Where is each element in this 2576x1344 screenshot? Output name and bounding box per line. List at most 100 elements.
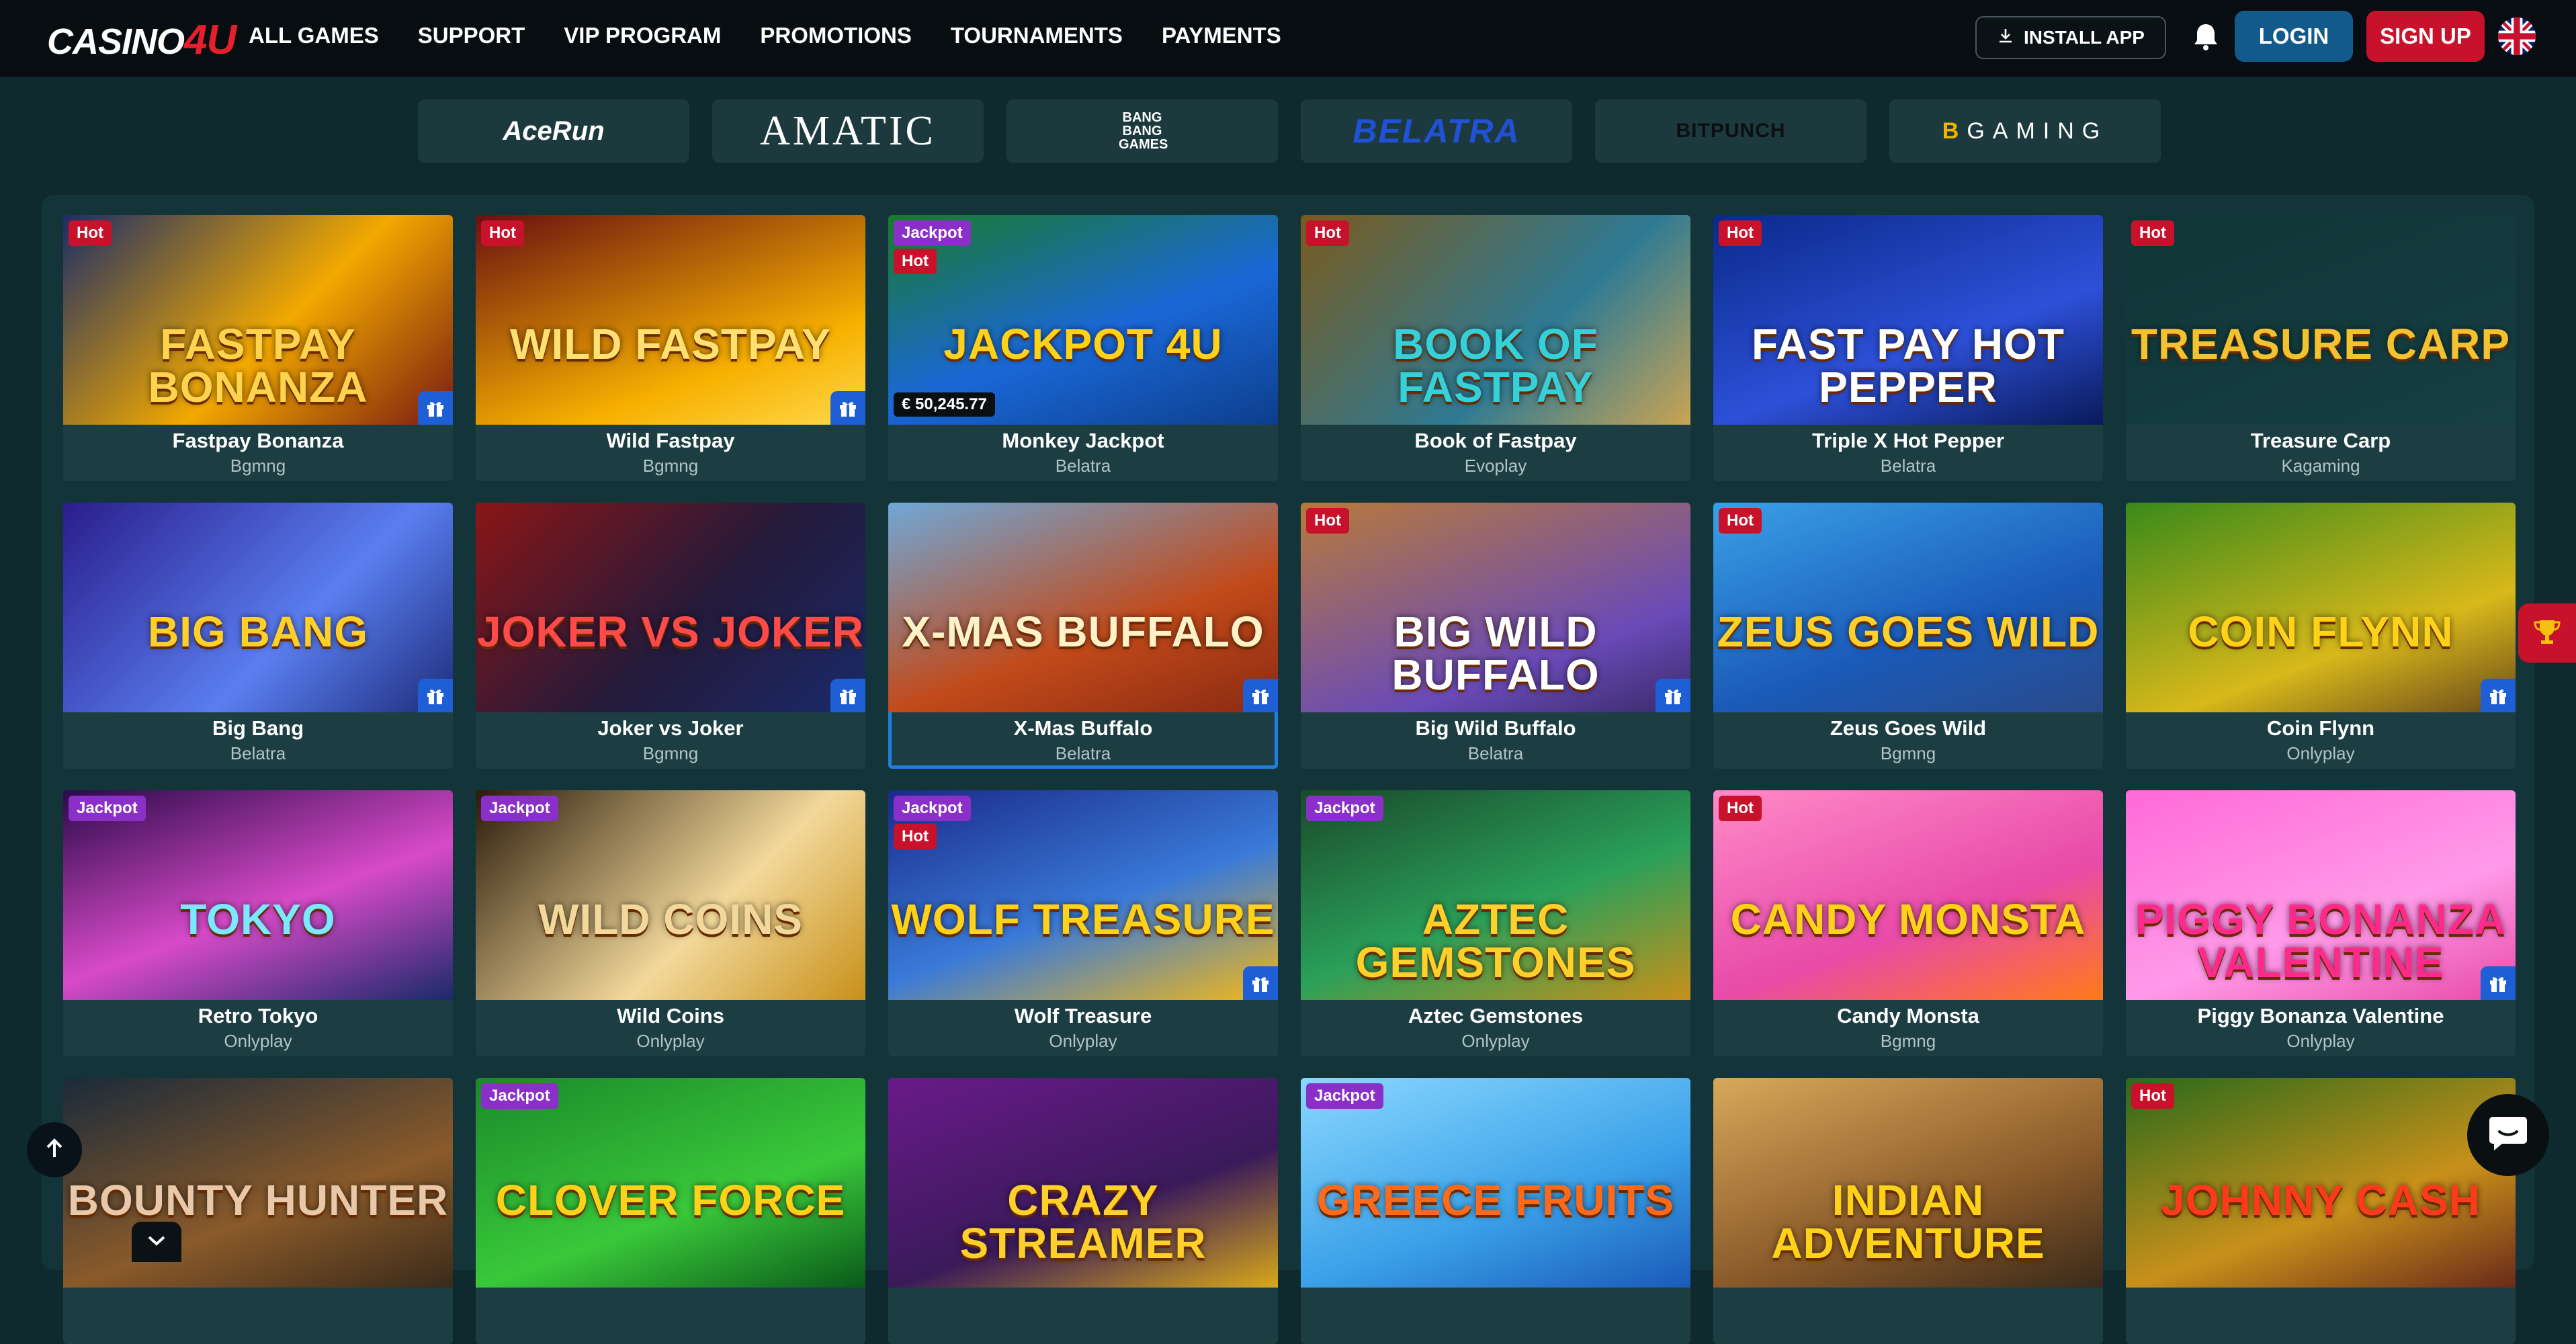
nav-promotions[interactable]: PROMOTIONS xyxy=(760,23,912,48)
game-card[interactable]: X-MAS BUFFALO X-Mas Buffalo Belatra xyxy=(888,503,1278,769)
nav-payments[interactable]: PAYMENTS xyxy=(1162,23,1281,48)
game-title[interactable]: Big Bang xyxy=(63,716,453,741)
game-card[interactable]: TOKYO Jackpot Retro Tokyo Onlyplay xyxy=(63,790,453,1056)
scroll-to-top-button[interactable] xyxy=(27,1122,82,1177)
nav-support[interactable]: SUPPORT xyxy=(418,23,525,48)
game-title[interactable]: Big Wild Buffalo xyxy=(1301,716,1690,741)
game-title[interactable]: Treasure Carp xyxy=(2126,429,2516,453)
game-title[interactable]: X-Mas Buffalo xyxy=(888,716,1278,741)
game-title[interactable]: Wolf Treasure xyxy=(888,1004,1278,1028)
hot-badge: Hot xyxy=(2131,220,2174,246)
game-title[interactable]: Wild Fastpay xyxy=(476,429,865,453)
provider-bang-bang[interactable]: BANG BANG GAMES xyxy=(1006,99,1278,163)
game-card[interactable]: ZEUS GOES WILD Hot Zeus Goes Wild Bgmng xyxy=(1713,503,2103,769)
game-thumbnail[interactable]: CANDY MONSTA Hot xyxy=(1713,790,2103,1000)
game-title[interactable]: Fastpay Bonanza xyxy=(63,429,453,453)
nav-all-games[interactable]: ALL GAMES xyxy=(249,23,379,48)
game-card[interactable]: WILD FASTPAY Hot Wild Fastpay Bgmng xyxy=(476,215,865,481)
notification-bell-icon[interactable] xyxy=(2189,20,2223,54)
gift-icon[interactable] xyxy=(2481,966,2516,1000)
gift-icon[interactable] xyxy=(2481,679,2516,712)
game-title[interactable]: Piggy Bonanza Valentine xyxy=(2126,1004,2516,1028)
game-thumbnail[interactable]: BIG BANG xyxy=(63,503,453,712)
game-art-title: WILD COINS xyxy=(538,895,803,943)
game-card[interactable]: BIG BANG Big Bang Belatra xyxy=(63,503,453,769)
game-title[interactable]: Book of Fastpay xyxy=(1301,429,1690,453)
game-card[interactable]: BOOK OF FASTPAY Hot Book of Fastpay Evoplay xyxy=(1301,215,1690,481)
game-thumbnail[interactable]: TREASURE CARP Hot xyxy=(2126,215,2516,425)
game-thumbnail[interactable]: CLOVER FORCE Jackpot xyxy=(476,1078,865,1288)
game-title[interactable]: Zeus Goes Wild xyxy=(1713,716,2103,741)
game-title[interactable]: Joker vs Joker xyxy=(476,716,865,741)
game-card[interactable]: JOKER VS JOKER Joker vs Joker Bgmng xyxy=(476,503,865,769)
provider-acerun[interactable]: AceRun xyxy=(418,99,689,163)
game-thumbnail[interactable]: BOUNTY HUNTER xyxy=(63,1078,453,1288)
game-provider: Belatra xyxy=(1055,456,1111,476)
game-card[interactable]: INDIAN ADVENTURE xyxy=(1713,1078,2103,1344)
game-thumbnail[interactable]: BOOK OF FASTPAY Hot xyxy=(1301,215,1690,425)
tournament-trophy-tab[interactable] xyxy=(2518,603,2576,663)
game-thumbnail[interactable]: COIN FLYNN xyxy=(2126,503,2516,712)
gift-icon[interactable] xyxy=(830,391,865,425)
game-thumbnail[interactable]: JOHNNY CASH Hot xyxy=(2126,1078,2516,1288)
game-title[interactable]: Triple X Hot Pepper xyxy=(1713,429,2103,453)
game-card[interactable]: FASTPAY BONANZA Hot Fastpay Bonanza Bgmng xyxy=(63,215,453,481)
game-thumbnail[interactable]: FAST PAY HOT PEPPER Hot xyxy=(1713,215,2103,425)
game-card[interactable]: WOLF TREASURE Jackpot Hot Wolf Treasure Only… xyxy=(888,790,1278,1056)
signup-button[interactable]: SIGN UP xyxy=(2366,11,2485,62)
game-thumbnail[interactable]: TOKYO Jackpot xyxy=(63,790,453,1000)
provider-bgaming[interactable]: BGAMING xyxy=(1889,99,2161,163)
gift-icon[interactable] xyxy=(830,679,865,712)
game-thumbnail[interactable]: BIG WILD BUFFALO Hot xyxy=(1301,503,1690,712)
nav-vip-program[interactable]: VIP PROGRAM xyxy=(564,23,721,48)
casino4u-logo[interactable]: CASINO4U xyxy=(47,16,237,64)
provider-bitpunch[interactable]: BITPUNCH xyxy=(1595,99,1866,163)
game-thumbnail[interactable]: WOLF TREASURE Jackpot Hot xyxy=(888,790,1278,1000)
game-card[interactable]: BIG WILD BUFFALO Hot Big Wild Buffalo Belat… xyxy=(1301,503,1690,769)
game-thumbnail[interactable]: WILD COINS Jackpot xyxy=(476,790,865,1000)
game-thumbnail[interactable]: CRAZY STREAMER xyxy=(888,1078,1278,1288)
live-chat-button[interactable] xyxy=(2467,1094,2549,1176)
gift-icon[interactable] xyxy=(418,679,453,712)
game-title[interactable]: Aztec Gemstones xyxy=(1301,1004,1690,1028)
game-thumbnail[interactable]: JOKER VS JOKER xyxy=(476,503,865,712)
game-card[interactable]: TREASURE CARP Hot Treasure Carp Kagaming xyxy=(2126,215,2516,481)
game-card[interactable]: JACKPOT 4U Jackpot Hot € 50,245.77 Monkey Ja… xyxy=(888,215,1278,481)
game-thumbnail[interactable]: WILD FASTPAY Hot xyxy=(476,215,865,425)
game-card[interactable]: CLOVER FORCE Jackpot xyxy=(476,1078,865,1344)
game-title[interactable]: Monkey Jackpot xyxy=(888,429,1278,453)
game-thumbnail[interactable]: AZTEC GEMSTONES Jackpot xyxy=(1301,790,1690,1000)
game-card[interactable]: CANDY MONSTA Hot Candy Monsta Bgmng xyxy=(1713,790,2103,1056)
game-card[interactable]: WILD COINS Jackpot Wild Coins Onlyplay xyxy=(476,790,865,1056)
game-thumbnail[interactable]: ZEUS GOES WILD Hot xyxy=(1713,503,2103,712)
gift-icon[interactable] xyxy=(1243,679,1278,712)
gift-icon[interactable] xyxy=(418,391,453,425)
game-thumbnail[interactable]: JACKPOT 4U Jackpot Hot € 50,245.77 xyxy=(888,215,1278,425)
provider-amatic[interactable]: AMATIC xyxy=(712,99,984,163)
game-card[interactable]: PIGGY BONANZA VALENTINE Piggy Bonanza Val… xyxy=(2126,790,2516,1056)
game-card[interactable]: COIN FLYNN Coin Flynn Onlyplay xyxy=(2126,503,2516,769)
game-card[interactable]: GREECE FRUITS Jackpot xyxy=(1301,1078,1690,1344)
gift-icon[interactable] xyxy=(1243,966,1278,1000)
install-app-button[interactable]: INSTALL APP xyxy=(1975,16,2166,59)
game-thumbnail[interactable]: INDIAN ADVENTURE xyxy=(1713,1078,2103,1288)
game-card[interactable]: BOUNTY HUNTER xyxy=(63,1078,453,1344)
game-card[interactable]: CRAZY STREAMER xyxy=(888,1078,1278,1344)
game-title[interactable]: Wild Coins xyxy=(476,1004,865,1028)
expand-drawer-button[interactable] xyxy=(132,1222,181,1262)
game-thumbnail[interactable]: X-MAS BUFFALO xyxy=(888,503,1278,712)
login-button[interactable]: LOGIN xyxy=(2235,11,2353,62)
game-card[interactable]: FAST PAY HOT PEPPER Hot Triple X Hot Peppe… xyxy=(1713,215,2103,481)
gift-icon[interactable] xyxy=(1656,679,1690,712)
game-thumbnail[interactable]: FASTPAY BONANZA Hot xyxy=(63,215,453,425)
game-thumbnail[interactable]: GREECE FRUITS Jackpot xyxy=(1301,1078,1690,1288)
game-title[interactable]: Coin Flynn xyxy=(2126,716,2516,741)
game-thumbnail[interactable]: PIGGY BONANZA VALENTINE xyxy=(2126,790,2516,1000)
game-card[interactable]: JOHNNY CASH Hot xyxy=(2126,1078,2516,1344)
game-title[interactable]: Retro Tokyo xyxy=(63,1004,453,1028)
provider-belatra[interactable]: BELATRA xyxy=(1301,99,1572,163)
nav-tournaments[interactable]: TOURNAMENTS xyxy=(951,23,1123,48)
uk-flag-icon[interactable] xyxy=(2498,17,2536,55)
game-card[interactable]: AZTEC GEMSTONES Jackpot Aztec Gemstones Onl… xyxy=(1301,790,1690,1056)
game-title[interactable]: Candy Monsta xyxy=(1713,1004,2103,1028)
